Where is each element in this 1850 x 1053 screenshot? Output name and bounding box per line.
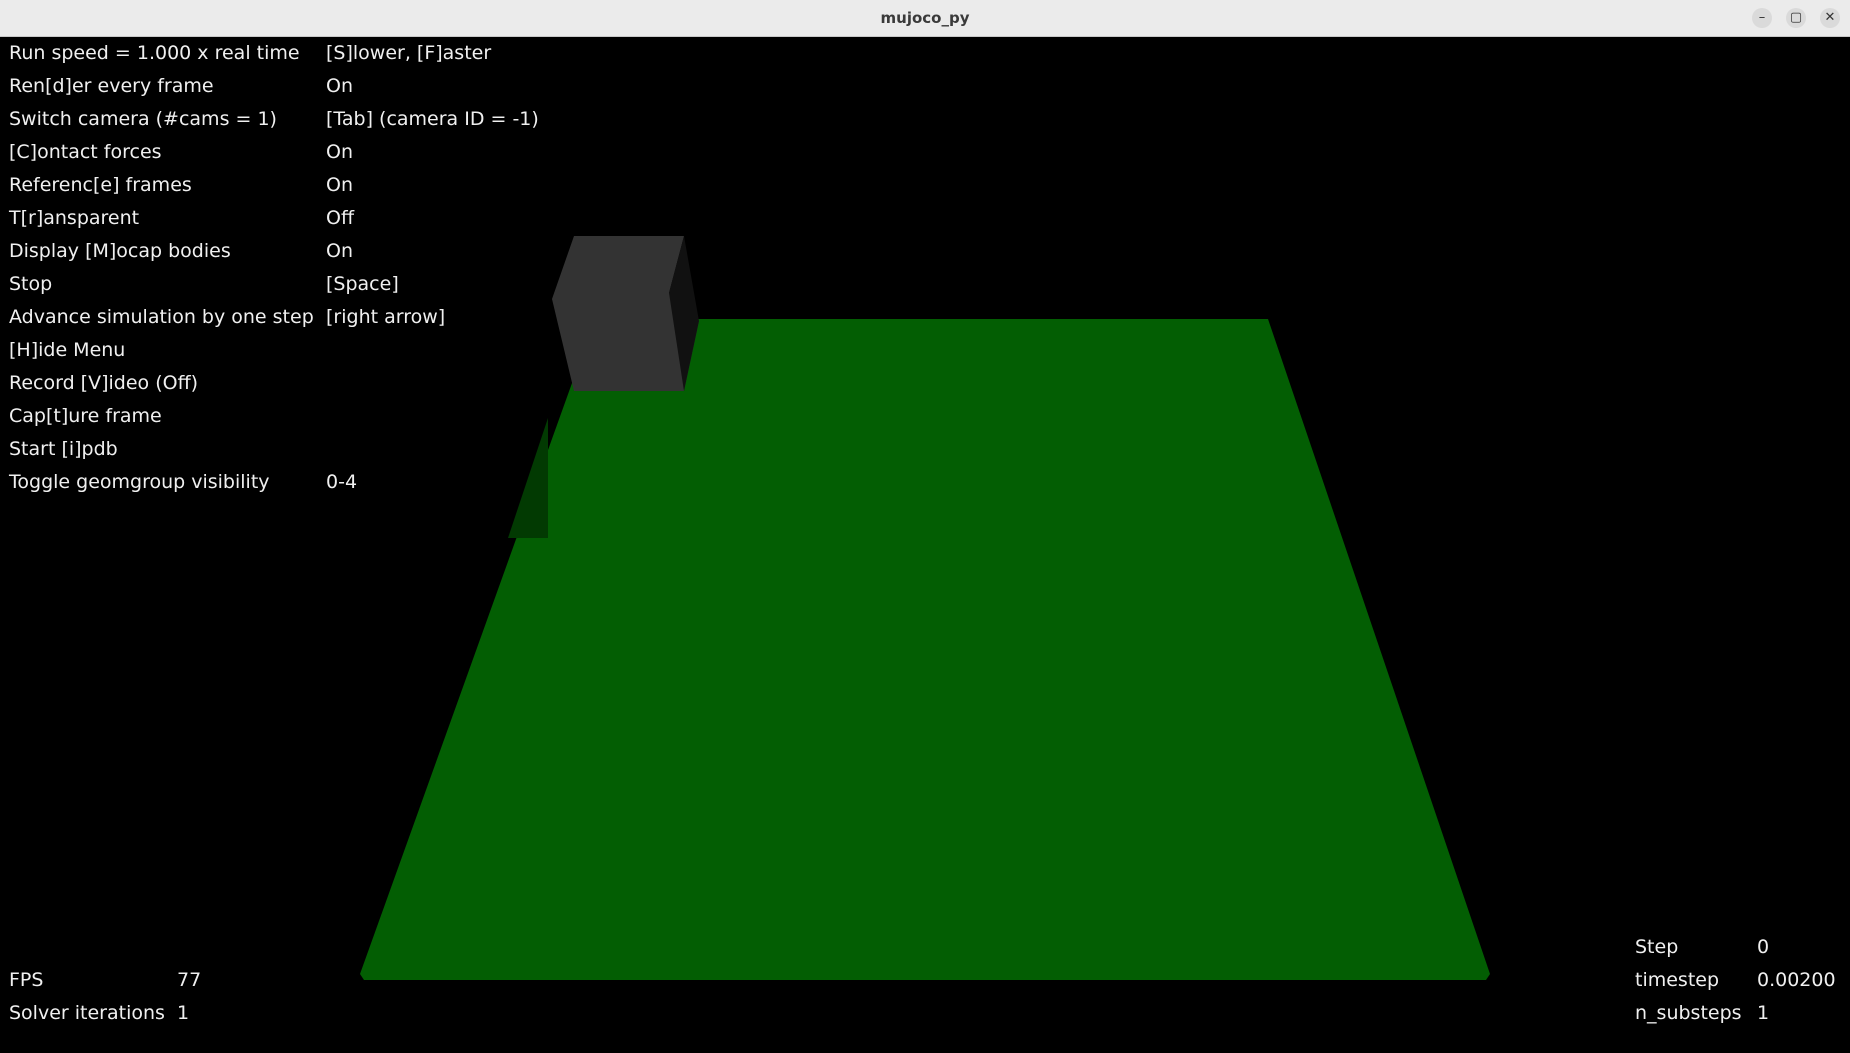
box-shadow: [508, 418, 548, 538]
menu-key: T[r]ansparent: [9, 207, 140, 229]
menu-key: Record [V]ideo (Off): [9, 372, 199, 394]
menu-value: [right arrow]: [326, 306, 446, 328]
menu-key: [H]ide Menu: [9, 339, 126, 361]
stat-label: FPS: [9, 969, 44, 991]
stat-value: 77: [177, 969, 202, 991]
menu-value: 0-4: [326, 471, 358, 493]
menu-key: Start [i]pdb: [9, 438, 118, 460]
menu-value: Off: [326, 207, 355, 229]
stat-label: Step: [1635, 936, 1679, 958]
stat-label: n_substeps: [1635, 1002, 1742, 1024]
minimize-icon[interactable]: –: [1752, 8, 1772, 28]
menu-value: [S]lower, [F]aster: [326, 42, 492, 64]
stat-value: 0.00200: [1757, 969, 1836, 991]
stat-label: Solver iterations: [9, 1002, 165, 1024]
close-icon[interactable]: ✕: [1820, 8, 1840, 28]
window-titlebar[interactable]: mujoco_py – ▢ ✕: [0, 0, 1850, 37]
menu-key: Advance simulation by one step: [9, 306, 314, 328]
stat-label: timestep: [1635, 969, 1720, 991]
scene-canvas: [360, 236, 1490, 980]
window-title: mujoco_py: [880, 9, 970, 27]
menu-key: Switch camera (#cams = 1): [9, 108, 277, 130]
menu-key: Referenc[e] frames: [9, 174, 192, 196]
menu-value: On: [326, 75, 353, 97]
menu-key: Stop: [9, 273, 53, 295]
stat-value: 1: [1757, 1002, 1770, 1024]
menu-key: Display [M]ocap bodies: [9, 240, 231, 262]
floor-plane: [360, 319, 1490, 980]
menu-value: On: [326, 174, 353, 196]
menu-key: [C]ontact forces: [9, 141, 162, 163]
menu-key: Cap[t]ure frame: [9, 405, 162, 427]
stat-value: 0: [1757, 936, 1770, 958]
maximize-icon[interactable]: ▢: [1786, 8, 1806, 28]
menu-key: Ren[d]er every frame: [9, 75, 214, 97]
menu-key: Run speed = 1.000 x real time: [9, 42, 300, 64]
menu-key: Toggle geomgroup visibility: [9, 471, 270, 493]
menu-value: On: [326, 141, 353, 163]
menu-value: On: [326, 240, 353, 262]
menu-value: [Tab] (camera ID = -1): [326, 108, 539, 130]
render-viewport[interactable]: Run speed = 1.000 x real time [S]lower, …: [0, 37, 1850, 1053]
stat-value: 1: [177, 1002, 190, 1024]
menu-value: [Space]: [326, 273, 399, 295]
